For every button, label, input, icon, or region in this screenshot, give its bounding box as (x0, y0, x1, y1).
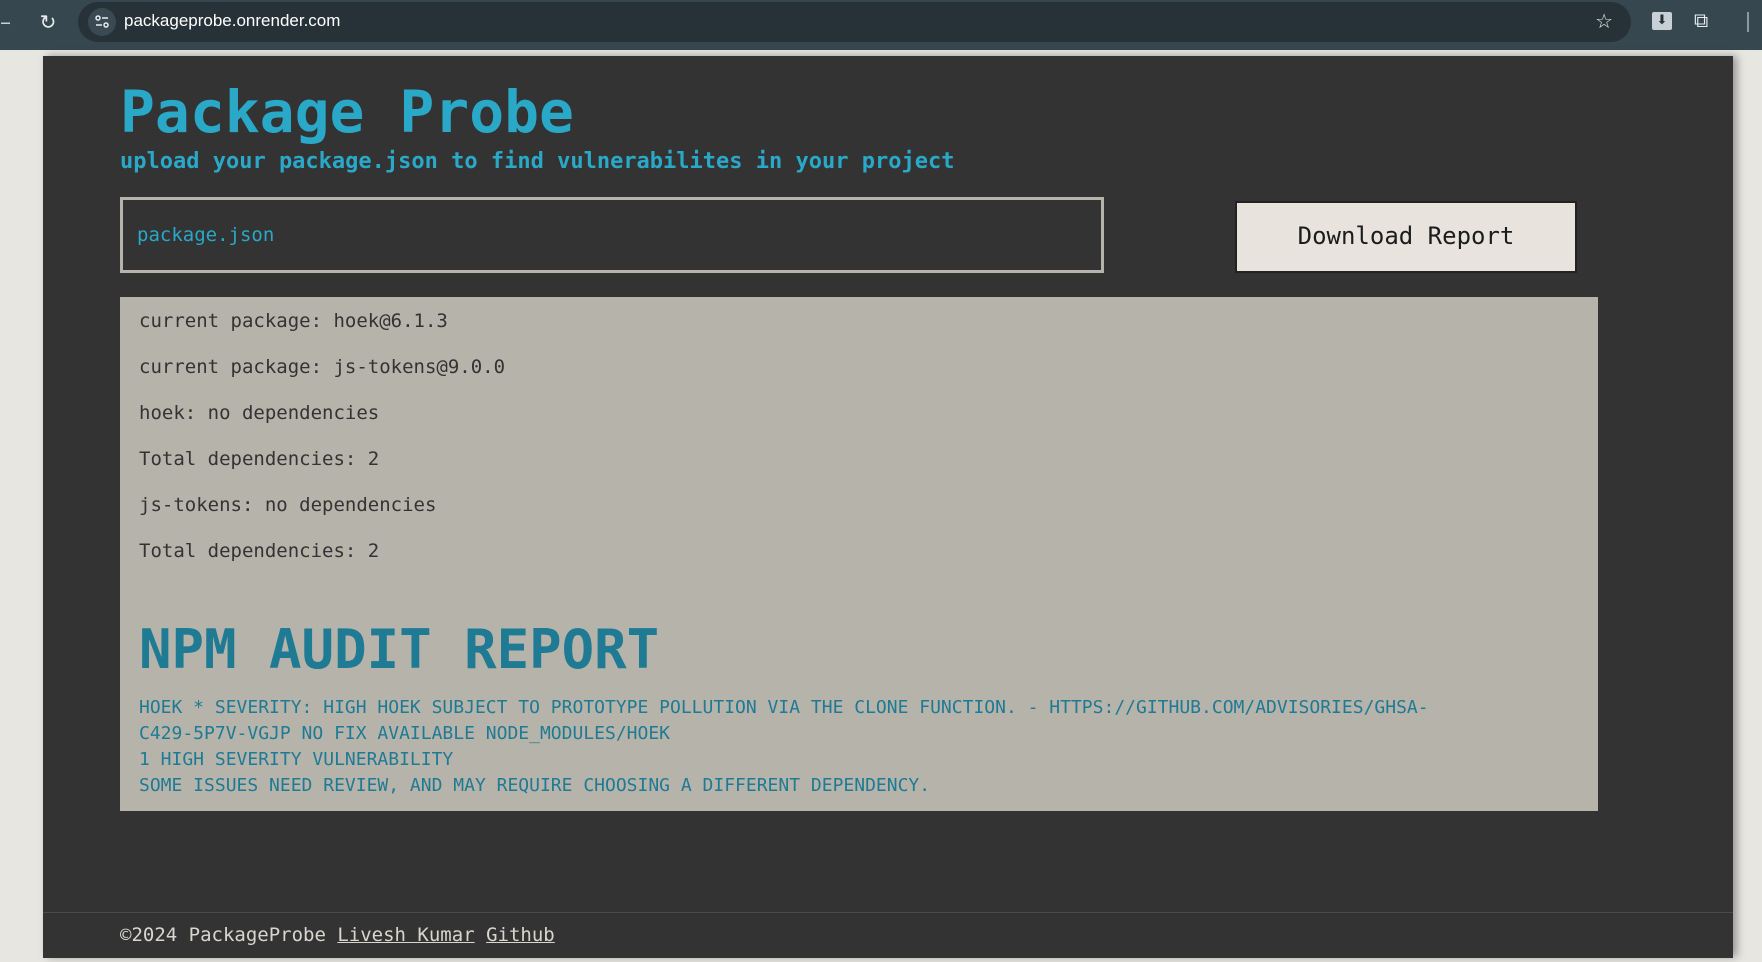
puzzle-icon[interactable]: ⧉ (1694, 8, 1708, 32)
file-upload-input[interactable]: package.json (120, 197, 1104, 273)
forward-arrow-icon[interactable]: → (0, 13, 10, 34)
audit-line: HOEK * SEVERITY: HIGH HOEK SUBJECT TO PR… (139, 697, 1429, 718)
author-link[interactable]: Livesh Kumar (337, 924, 474, 946)
github-link[interactable]: Github (486, 924, 555, 946)
star-icon[interactable]: ☆ (1595, 9, 1613, 33)
download-report-button[interactable]: Download Report (1235, 201, 1577, 273)
footer-text: ©2024 PackageProbe Livesh Kumar Github (120, 924, 555, 946)
page-container: Package Probe upload your package.json t… (43, 56, 1733, 958)
audit-report-body: HOEK * SEVERITY: HIGH HOEK SUBJECT TO PR… (139, 695, 1584, 799)
audit-line: SOME ISSUES NEED REVIEW, AND MAY REQUIRE… (139, 775, 931, 796)
result-line: hoek: no dependencies (139, 402, 380, 424)
address-bar[interactable]: packageprobe.onrender.com ☆ (78, 2, 1631, 42)
download-icon[interactable]: ⬇ (1652, 12, 1672, 30)
browser-toolbar: → ↻ packageprobe.onrender.com ☆ ⬇ ⧉ (0, 0, 1762, 50)
result-line: current package: js-tokens@9.0.0 (139, 356, 506, 378)
page-subtitle: upload your package.json to find vulnera… (120, 149, 955, 174)
result-line: Total dependencies: 2 (139, 448, 380, 470)
audit-report-heading: NPM AUDIT REPORT (139, 618, 660, 681)
selected-file-name: package.json (137, 224, 275, 246)
result-line: js-tokens: no dependencies (139, 494, 437, 516)
toolbar-divider (1747, 12, 1749, 32)
site-info-icon[interactable] (88, 8, 116, 36)
page-footer: ©2024 PackageProbe Livesh Kumar Github (43, 912, 1733, 958)
copyright-text: ©2024 PackageProbe (120, 924, 326, 946)
result-line: current package: hoek@6.1.3 (139, 310, 448, 332)
url-text[interactable]: packageprobe.onrender.com (124, 11, 340, 31)
results-panel: current package: hoek@6.1.3 current pack… (120, 297, 1598, 811)
page-title: Package Probe (120, 78, 574, 146)
audit-line: C429-5P7V-VGJP NO FIX AVAILABLE NODE_MOD… (139, 723, 671, 744)
audit-line: 1 HIGH SEVERITY VULNERABILITY (139, 749, 454, 770)
result-line: Total dependencies: 2 (139, 540, 380, 562)
reload-icon[interactable]: ↻ (34, 8, 62, 36)
